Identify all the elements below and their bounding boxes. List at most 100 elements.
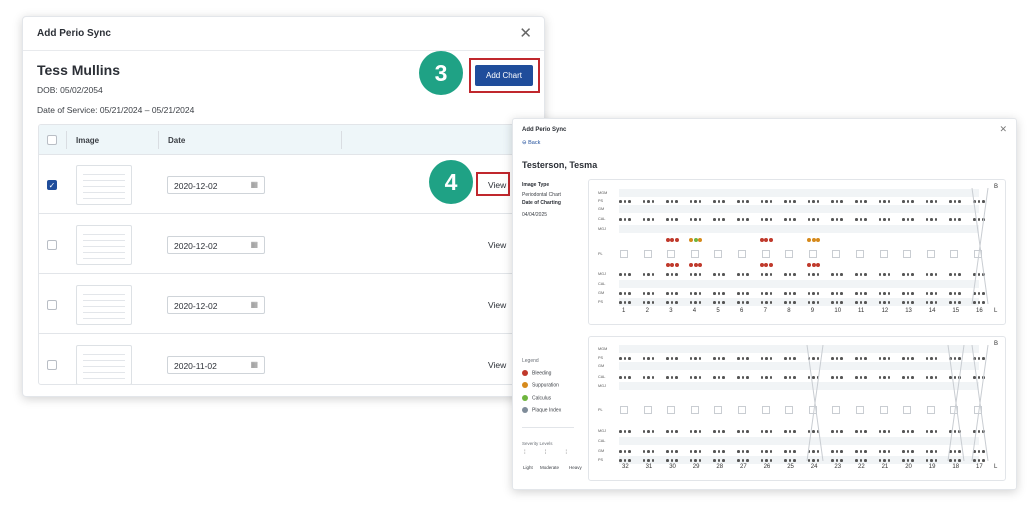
- measure-dot: [675, 430, 678, 433]
- measure-dot: [760, 376, 764, 379]
- measure-dot: [831, 357, 834, 360]
- measure-dot: [784, 376, 787, 379]
- measure-dot: [737, 430, 740, 433]
- row-checkbox[interactable]: [47, 240, 57, 250]
- row-checkbox[interactable]: [47, 360, 57, 370]
- view-link[interactable]: View: [488, 360, 506, 370]
- measure-dot: [760, 459, 764, 462]
- measure-dot: [741, 450, 745, 453]
- measure-dot: [623, 301, 627, 304]
- chart-row-band: [619, 280, 979, 288]
- measure-dot: [619, 218, 622, 221]
- measure-dot: [713, 459, 716, 462]
- measure-dot: [958, 273, 961, 276]
- measure-dot: [713, 200, 716, 203]
- row-checkbox[interactable]: ✓: [47, 180, 57, 190]
- measure-dot: [958, 301, 961, 304]
- measure-dot: [737, 200, 740, 203]
- close-icon[interactable]: ✕: [519, 24, 532, 42]
- tooth-number: 20: [905, 464, 912, 470]
- status-dot: [768, 238, 773, 242]
- measure-dot: [788, 450, 792, 453]
- measure-dot: [675, 292, 678, 295]
- measure-dot: [760, 218, 764, 221]
- measure-dot: [765, 301, 768, 304]
- measure-dot: [722, 301, 725, 304]
- view-link[interactable]: View: [488, 300, 506, 310]
- measure-dot: [666, 301, 669, 304]
- measure-dot: [675, 459, 678, 462]
- date-field[interactable]: 2020-12-02 ▦: [167, 176, 265, 194]
- measure-dot: [816, 218, 820, 221]
- table-row: 2020-12-02 ▦ View: [39, 215, 530, 274]
- tooth-box: [714, 406, 723, 414]
- chart-thumbnail[interactable]: [76, 225, 132, 265]
- measure-dot: [647, 273, 650, 276]
- tooth-number: 26: [763, 464, 771, 470]
- chart-row-band: [619, 345, 979, 353]
- measure-dot: [902, 357, 905, 360]
- chart-thumbnail[interactable]: [76, 165, 132, 205]
- close-icon[interactable]: ✕: [999, 124, 1007, 135]
- measure-dot: [619, 301, 622, 304]
- measure-dot: [628, 200, 631, 203]
- calendar-icon[interactable]: ▦: [250, 240, 258, 249]
- measure-dot: [651, 357, 655, 360]
- tooth-box: [832, 406, 841, 414]
- measure-dot: [670, 357, 674, 360]
- measure-dot: [619, 292, 622, 295]
- date-field[interactable]: 2020-12-02 ▦: [167, 296, 265, 314]
- status-dot: [665, 238, 670, 242]
- tooth-box: [761, 250, 770, 258]
- chart-row-label: MGJ: [598, 429, 607, 433]
- measure-dot: [689, 292, 693, 295]
- tooth-number: 5: [716, 308, 720, 314]
- measure-dot: [788, 292, 792, 295]
- measure-dot: [930, 301, 933, 304]
- chart-thumbnail[interactable]: [76, 345, 132, 384]
- back-button[interactable]: ⊖ Back: [522, 140, 540, 146]
- status-dot: [811, 238, 816, 242]
- calendar-icon[interactable]: ▦: [250, 360, 258, 369]
- measure-dot: [925, 218, 929, 221]
- plaque-swatch-icon: [522, 407, 528, 413]
- lower-perio-chart: MGM PS GM CAL MGJ PL MGJ CAL GM PS 32 31 30 29 28 27 26 2…: [588, 336, 1006, 481]
- measure-dot: [949, 218, 952, 221]
- date-field[interactable]: 2020-11-02 ▦: [167, 356, 265, 374]
- measure-dot: [953, 273, 957, 276]
- measure-dot: [902, 430, 905, 433]
- view-link[interactable]: View: [488, 240, 506, 250]
- measure-dot: [902, 376, 905, 379]
- add-chart-button[interactable]: Add Chart: [475, 65, 533, 86]
- measure-dot: [675, 200, 678, 203]
- tooth-box: [643, 250, 652, 258]
- tooth-number: 14: [928, 308, 936, 314]
- measure-dot: [906, 357, 910, 360]
- tooth-box: [950, 250, 959, 258]
- measure-dot: [902, 292, 905, 295]
- legend-item-calculus: Calculus: [522, 395, 551, 401]
- measure-dot: [689, 376, 693, 379]
- calendar-icon[interactable]: ▦: [250, 300, 258, 309]
- tooth-box: [832, 250, 841, 258]
- measure-dot: [831, 450, 834, 453]
- measure-dot: [666, 376, 669, 379]
- calendar-icon[interactable]: ▦: [250, 180, 258, 189]
- measure-dot: [769, 218, 773, 221]
- measure-dot: [864, 218, 867, 221]
- measure-dot: [694, 376, 697, 379]
- measure-dot: [816, 292, 820, 295]
- row-checkbox[interactable]: [47, 300, 57, 310]
- date-field[interactable]: 2020-12-02 ▦: [167, 236, 265, 254]
- measure-dot: [717, 200, 721, 203]
- date-of-charting-value: 04/04/2025: [522, 212, 548, 218]
- select-all-checkbox[interactable]: [47, 135, 57, 145]
- chart-thumbnail[interactable]: [76, 285, 132, 325]
- tooth-number: 22: [858, 464, 865, 470]
- measure-dot: [859, 430, 863, 433]
- measure-dot: [623, 292, 627, 295]
- legend-label: Suppuration: [532, 382, 559, 389]
- measure-dot: [864, 200, 867, 203]
- measure-dot: [765, 218, 768, 221]
- measure-dot: [835, 430, 839, 433]
